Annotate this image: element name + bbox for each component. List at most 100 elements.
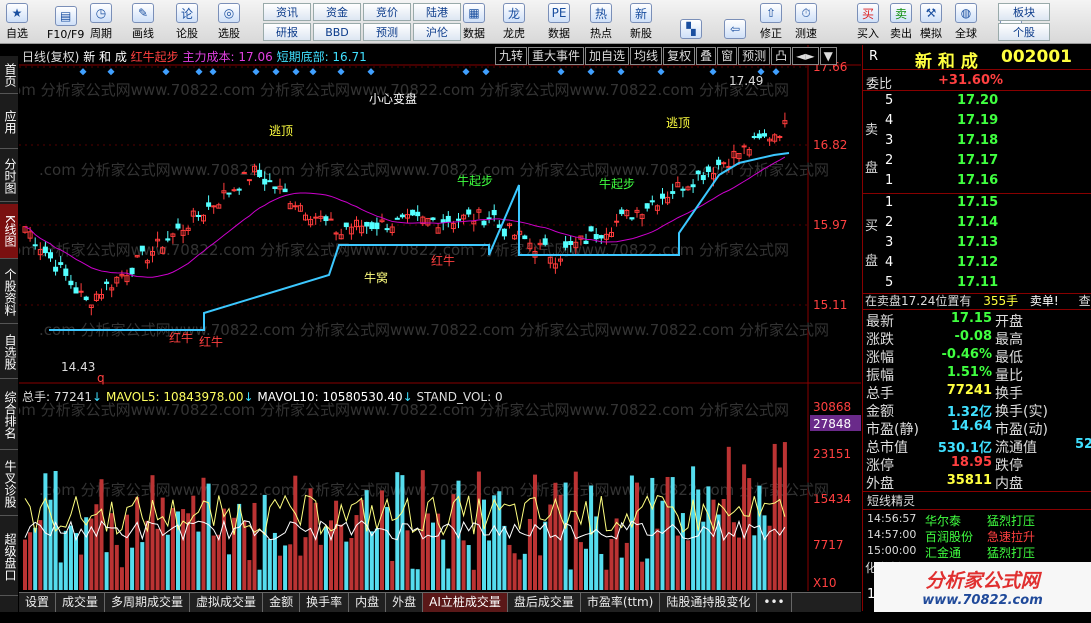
indicator-tab[interactable]: 市盈率(ttm) — [581, 593, 661, 612]
short-elf-title: 短线精灵 — [867, 494, 916, 508]
sell-level: 3 — [885, 133, 894, 148]
sell-price[interactable]: 17.18 — [957, 133, 998, 148]
discuss-icon: 论 — [176, 3, 198, 23]
quick-button[interactable]: 竞价 — [363, 3, 411, 21]
chart-toolbar-button[interactable]: ▼ — [819, 47, 837, 65]
toolbar-back-arrow-button[interactable]: ⇦ — [724, 2, 746, 42]
chart-toolbar-button[interactable]: 九转 — [495, 47, 528, 65]
toolbar-data-button[interactable]: ▦ 数据 — [463, 2, 485, 42]
toolbar-buy-button[interactable]: 买买入 — [857, 2, 879, 42]
toolbar-label: 数据 — [463, 27, 485, 40]
stat-label: 外盘 — [866, 476, 894, 492]
indicator-tab[interactable]: 换手率 — [300, 593, 350, 612]
chart-toolbar-button[interactable]: 复权 — [663, 47, 696, 65]
chart-toolbar-button[interactable]: ◄► — [792, 47, 819, 65]
quick-button[interactable]: 陆港 — [413, 3, 461, 21]
toolbar-f10-button[interactable]: ▤ F10/F9 — [47, 2, 84, 42]
toolbar-up-arrow-button[interactable]: ⇧ 修正 — [760, 2, 782, 42]
left-nav-item[interactable]: 分时图 — [0, 151, 18, 202]
left-nav-item[interactable]: 牛叉诊股 — [0, 452, 18, 516]
volume-bar — [359, 499, 364, 590]
quick-button-right[interactable]: 板块 — [998, 3, 1050, 21]
indicator-tab[interactable]: 设置 — [19, 593, 57, 612]
indicator-tab[interactable]: AI立桩成交量 — [423, 593, 508, 612]
candle-body — [257, 169, 263, 178]
quick-button[interactable]: BBD — [313, 23, 361, 41]
toolbar-sell-button[interactable]: 卖卖出 — [890, 2, 912, 42]
toolbar-star-button[interactable]: ★ 自选 — [6, 2, 28, 42]
stat-label-2: 跌停 — [995, 458, 1023, 474]
volume-bar — [563, 482, 568, 590]
toolbar-pe-button[interactable]: PE 数据 — [548, 2, 570, 42]
left-nav-item[interactable]: 自选股 — [0, 326, 18, 379]
left-nav-item[interactable]: 应用 — [0, 96, 18, 149]
buy-price[interactable]: 17.11 — [957, 275, 998, 290]
buy-price[interactable]: 17.14 — [957, 215, 998, 230]
left-nav-item[interactable]: 个股资料 — [0, 261, 18, 324]
chart-toolbar-button[interactable]: 预测 — [738, 47, 771, 65]
toolbar-dragon-tiger-button[interactable]: 龙龙虎 — [503, 2, 525, 42]
quick-button[interactable]: 预测 — [363, 23, 411, 41]
chart-toolbar-button[interactable]: 凸 — [771, 47, 792, 65]
sell-price[interactable]: 17.17 — [957, 153, 998, 168]
dragon-tiger-icon: 龙 — [503, 3, 525, 23]
stat-label-2: 量比 — [995, 368, 1023, 384]
buy-price[interactable]: 17.15 — [957, 195, 998, 210]
indicator-tab[interactable]: 外盘 — [386, 593, 424, 612]
indicator-tab[interactable]: 成交量 — [56, 593, 106, 612]
sell-price[interactable]: 17.16 — [957, 173, 998, 188]
toolbar-speed-test-button[interactable]: ⏱ 测速 — [795, 2, 817, 42]
volume-bar — [28, 532, 33, 590]
stat-value: 1.32亿 — [946, 405, 992, 420]
toolbar-label: 论股 — [176, 27, 198, 40]
toolbar-windows-button[interactable]: ▚ — [680, 2, 702, 42]
toolbar-discuss-button[interactable]: 论论股 — [176, 2, 198, 42]
quick-button-right[interactable]: 个股 — [998, 23, 1050, 41]
volume-bar — [354, 515, 359, 590]
quick-button[interactable]: 研报 — [263, 23, 311, 41]
indicator-tab[interactable]: 盘后成交量 — [508, 593, 581, 612]
volume-current-tick: 27848 — [813, 417, 851, 431]
quick-button[interactable]: 资金 — [313, 3, 361, 21]
left-nav-item[interactable]: 综合排名 — [0, 381, 18, 450]
toolbar-clock-button[interactable]: ◷ 周期 — [90, 2, 112, 42]
volume-bar — [155, 528, 160, 590]
sell-price[interactable]: 17.19 — [957, 113, 998, 128]
indicator-tab[interactable]: 虚拟成交量 — [190, 593, 264, 612]
elf-stock[interactable]: 华尔泰 — [925, 512, 961, 529]
toolbar-globe-button[interactable]: ◍ 全球 — [955, 2, 977, 42]
toolbar-pen-button[interactable]: ✎ 画线 — [132, 2, 154, 42]
buy-price[interactable]: 17.13 — [957, 235, 998, 250]
chart-toolbar-button[interactable]: 均线 — [630, 47, 663, 65]
buy-price[interactable]: 17.12 — [957, 255, 998, 270]
candle-body — [563, 241, 569, 248]
sell-price[interactable]: 17.20 — [957, 93, 998, 108]
candle-body — [58, 262, 64, 265]
indicator-tab[interactable]: ••• — [757, 593, 792, 612]
volume-bar — [119, 567, 124, 590]
chart-toolbar-button[interactable]: 叠 — [696, 47, 717, 65]
chart-annotation: 红牛 — [169, 330, 193, 345]
chart-area[interactable]: 17.6616.8215.9715.1130868278482315115434… — [0, 45, 861, 591]
left-nav-item[interactable]: 超级盘口 — [0, 518, 18, 596]
left-nav-item[interactable]: K线图 — [0, 204, 18, 259]
quick-button[interactable]: 资讯 — [263, 3, 311, 21]
mavol10-label: MAVOL10: 10580530.40 — [257, 390, 403, 404]
elf-stock[interactable]: 汇金通 — [925, 544, 961, 561]
toolbar-select-stock-button[interactable]: ◎ 选股 — [218, 2, 240, 42]
signal-diamond — [709, 68, 717, 76]
indicator-tab[interactable]: 陆股通持股变化 — [660, 593, 758, 612]
candle-body — [721, 162, 727, 165]
chart-toolbar-button[interactable]: 窗 — [717, 47, 738, 65]
toolbar-hot-button[interactable]: 热热点 — [590, 2, 612, 42]
elf-stock[interactable]: 百润股份 — [925, 528, 973, 545]
indicator-tab[interactable]: 金额 — [263, 593, 301, 612]
toolbar-ipo-button[interactable]: 新新股 — [630, 2, 652, 42]
indicator-tab[interactable]: 内盘 — [349, 593, 387, 612]
chart-toolbar-button[interactable]: 加自选 — [585, 47, 630, 65]
quick-button[interactable]: 沪伦 — [413, 23, 461, 41]
chart-toolbar-button[interactable]: 重大事件 — [528, 47, 585, 65]
indicator-tab[interactable]: 多周期成交量 — [105, 593, 191, 612]
toolbar-simulate-button[interactable]: ⚒ 模拟 — [920, 2, 942, 42]
left-nav-item[interactable]: 首页 — [0, 56, 18, 94]
